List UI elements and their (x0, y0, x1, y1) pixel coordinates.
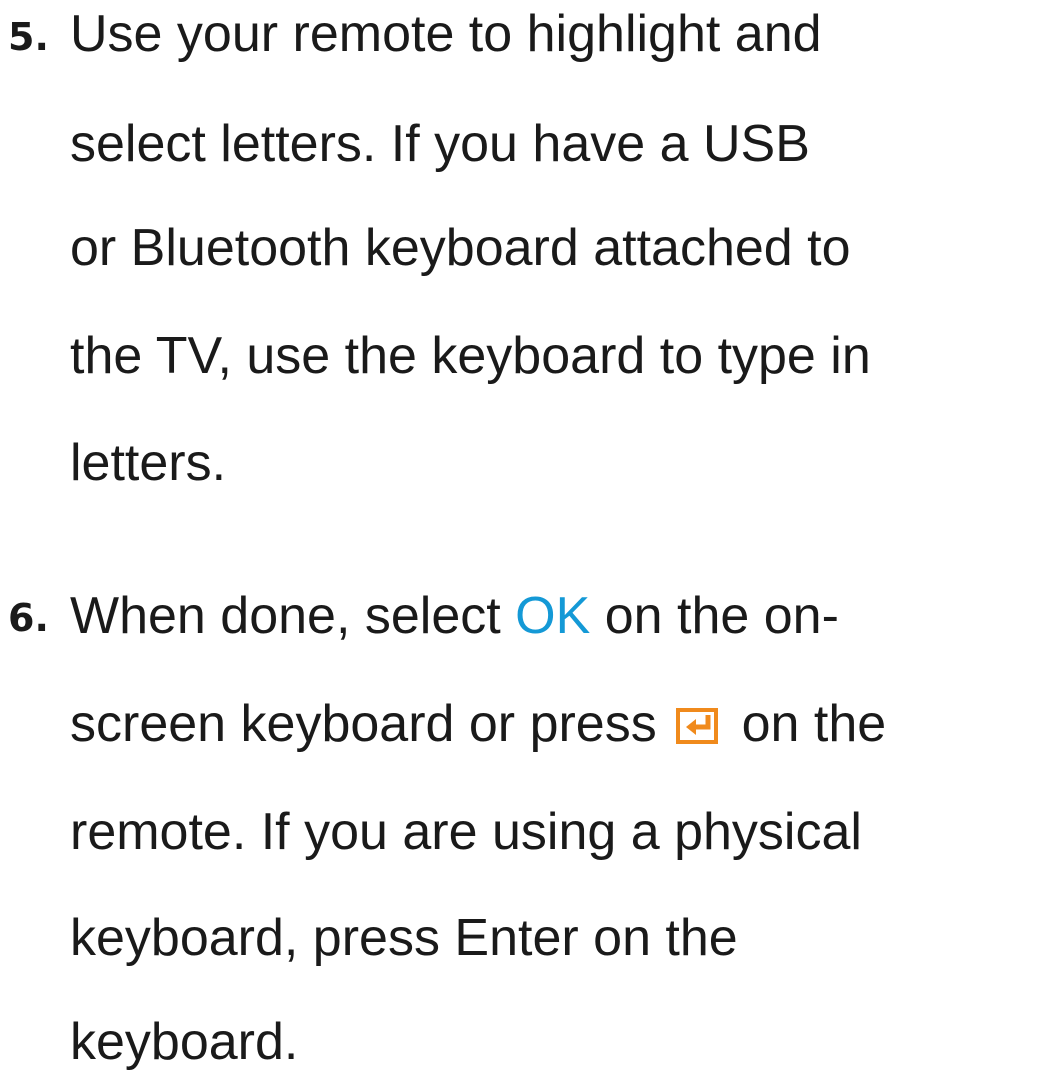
step-text-line: remote. If you are using a physical (70, 803, 862, 861)
step-number: 6. (8, 596, 49, 640)
step-text-line: Use your remote to highlight and (70, 5, 822, 63)
step-text-line: keyboard, press Enter on the (70, 909, 738, 967)
step-text-line: keyboard. (70, 1013, 299, 1071)
step-text: screen keyboard or press (70, 695, 672, 753)
ok-label: OK (515, 587, 591, 645)
enter-icon (675, 704, 723, 746)
step-text-line: select letters. If you have a USB (70, 115, 810, 173)
page: { "steps": [ { "number": "5.", "lines": … (0, 0, 1048, 1071)
step-text-line: or Bluetooth keyboard attached to (70, 219, 851, 277)
step-number: 5. (8, 15, 49, 59)
step-text-line: screen keyboard or press on the (70, 698, 886, 750)
step-text: on the on- (590, 587, 839, 645)
step-text-line: letters. (70, 434, 227, 492)
step-text: When done, select (70, 587, 516, 645)
step-text-line: the TV, use the keyboard to type in (70, 327, 871, 385)
step-text: on the (727, 695, 887, 753)
step-text-line: When done, select OK on the on- (70, 590, 839, 642)
